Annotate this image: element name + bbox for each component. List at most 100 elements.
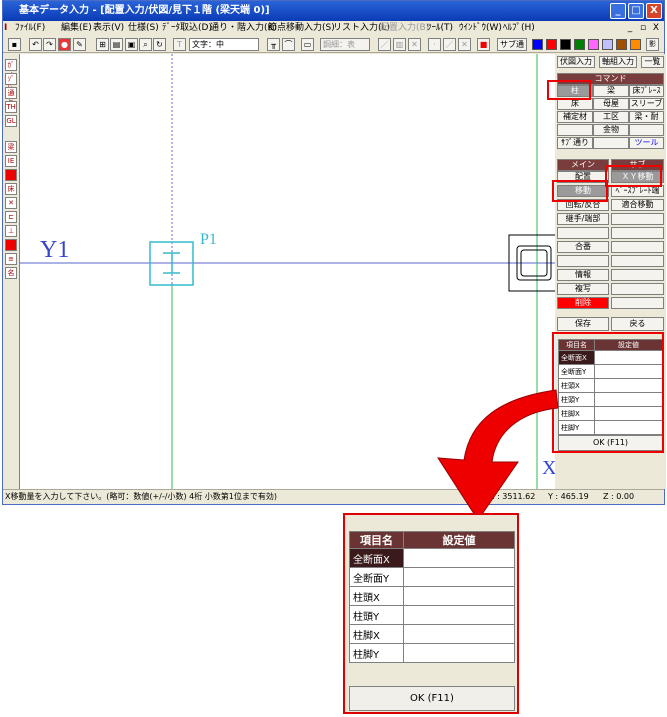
menu-node-move[interactable]: 節点移動入力(S) — [268, 21, 335, 36]
sub-xy-move-button[interactable]: ＸＹ移動 — [611, 171, 664, 183]
floor-icon[interactable]: 床 — [5, 183, 17, 195]
table-row[interactable]: 全断面Y — [558, 364, 663, 379]
table-row[interactable]: 柱脚Y — [349, 643, 515, 663]
color-swatch-pink[interactable] — [588, 39, 599, 50]
arc-icon[interactable]: ⌒ — [282, 38, 295, 51]
main-joint-button[interactable]: 継手/端部 — [557, 213, 609, 225]
grid-value-cell[interactable] — [594, 350, 663, 365]
cmd-hardware-button[interactable]: 金物 — [593, 124, 629, 136]
cross-icon[interactable]: ✕ — [408, 38, 421, 51]
cmd-floor-button[interactable]: 床 — [557, 98, 593, 110]
grid-value-cell[interactable] — [594, 392, 663, 407]
redo-icon[interactable]: ↷ — [43, 38, 56, 51]
grid-value-cell[interactable] — [594, 378, 663, 393]
main-rotate-button[interactable]: 回転/反合 — [557, 199, 609, 211]
menu-grid-floor[interactable]: 通り・階入力(K) — [210, 21, 277, 36]
cmd-purlin-button[interactable]: 母屋 — [593, 98, 629, 110]
sub-fit-move-button[interactable]: 適合移動 — [611, 199, 664, 211]
mark-icon[interactable]: ⊥ — [5, 225, 17, 237]
frame-icon[interactable]: ■ — [477, 38, 490, 51]
color-swatch-red[interactable] — [546, 39, 557, 50]
table-row[interactable]: 全断面X — [349, 548, 515, 568]
menu-placement[interactable]: 配置入力(B) — [380, 21, 429, 36]
cmd-sub-grid-button[interactable]: ｻﾌﾞ通り — [557, 137, 593, 149]
column-red-icon[interactable] — [5, 169, 17, 181]
text-size-select[interactable]: 文字：中 — [189, 38, 259, 51]
window-icon[interactable]: ▤ — [110, 38, 123, 51]
title-bar[interactable]: 基本データ入力 - [配置入力/伏図/見下１階 (梁天端 0)] _ □ X — [3, 1, 664, 21]
slash-icon[interactable]: ／ — [443, 38, 456, 51]
zone-icon[interactable]: ｿﾞｰﾝ — [5, 73, 17, 93]
zoomed-ok-button[interactable]: OK (F11) — [349, 686, 515, 711]
main-copy-button[interactable]: 複写 — [557, 283, 609, 295]
mdi-minimize-button[interactable]: _ — [624, 21, 636, 36]
grid-value-cell[interactable] — [594, 406, 663, 421]
undo-icon[interactable]: ↶ — [29, 38, 42, 51]
color-swatch-blue[interactable] — [532, 39, 543, 50]
shadow-icon[interactable]: 影 — [646, 38, 659, 51]
table-row[interactable]: 全断面X — [558, 350, 663, 365]
name-icon[interactable]: 名 — [5, 267, 17, 279]
menu-spec[interactable]: 仕様(S) — [128, 21, 159, 36]
color-swatch-orange[interactable] — [630, 39, 641, 50]
grid-line-icon[interactable]: 通り — [5, 87, 17, 107]
table-row[interactable]: 柱頭Y — [349, 605, 515, 625]
zoom-icon[interactable]: ⌕ — [139, 38, 152, 51]
guide-icon[interactable]: ｶﾞｲﾄﾞ — [5, 59, 17, 89]
main-move-button[interactable]: 移動 — [557, 185, 609, 197]
stop-icon[interactable]: ● — [58, 38, 71, 51]
table-row[interactable]: 柱頭Y — [558, 392, 663, 407]
zoomed-value-cell[interactable] — [403, 567, 515, 587]
save-button[interactable]: 保存 — [557, 317, 609, 331]
menu-help[interactable]: ﾍﾙﾌﾟ(H) — [503, 21, 535, 36]
maximize-button[interactable]: □ — [628, 3, 644, 19]
cmd-beam-button[interactable]: 梁 — [593, 85, 629, 97]
menu-import[interactable]: ﾃﾞｰﾀ取込(D) — [162, 21, 212, 36]
table-row[interactable]: 柱頭X — [558, 378, 663, 393]
gl-icon[interactable]: GL — [5, 115, 17, 127]
sub-base-plate-button[interactable]: ﾍﾞｰｽﾌﾟﾚｰﾄ端 — [611, 185, 664, 197]
dot-icon[interactable]: · — [428, 38, 441, 51]
zoom-fit-icon[interactable]: ▣ — [125, 38, 138, 51]
color-swatch-black[interactable] — [560, 39, 571, 50]
line-type-icon[interactable]: ≡ — [5, 253, 17, 265]
grid-value-cell[interactable] — [594, 420, 663, 435]
save-icon[interactable]: ▪ — [8, 38, 21, 51]
fill-icon[interactable] — [5, 239, 17, 251]
table-row[interactable]: 柱頭X — [349, 586, 515, 606]
tool-icon[interactable]: ✎ — [73, 38, 86, 51]
sub-grid-button[interactable]: サブ通 — [497, 38, 527, 51]
steel-select[interactable]: 鋼細：表 — [320, 38, 370, 51]
x-icon[interactable]: ✕ — [458, 38, 471, 51]
color-swatch-brown[interactable] — [616, 39, 627, 50]
zoomed-value-cell[interactable] — [403, 605, 515, 625]
th-icon[interactable]: TH — [5, 101, 17, 113]
table-row[interactable]: 全断面Y — [349, 567, 515, 587]
line-icon[interactable]: ／ — [378, 38, 391, 51]
frame-input-button[interactable]: 軸組入力 — [599, 56, 637, 68]
close-button[interactable]: X — [646, 3, 662, 19]
main-number-button[interactable]: 合番 — [557, 241, 609, 253]
brace-icon[interactable]: ✕ — [5, 197, 17, 209]
cmd-floor-brace-button[interactable]: 床ﾌﾞﾚｰｽ — [629, 85, 664, 97]
cmd-tools-button[interactable]: ツール — [629, 137, 664, 149]
main-info-button[interactable]: 情報 — [557, 269, 609, 281]
ie-icon[interactable]: IE — [5, 155, 17, 167]
table-row[interactable]: 柱脚X — [349, 624, 515, 644]
color-swatch-green[interactable] — [574, 39, 585, 50]
menu-view[interactable]: 表示(V) — [93, 21, 124, 36]
color-swatch-lavender[interactable] — [602, 39, 613, 50]
joint-icon[interactable]: ⊏ — [5, 211, 17, 223]
zoomed-value-cell[interactable] — [403, 548, 515, 568]
cmd-column-button[interactable]: 柱 — [557, 85, 593, 97]
column-icon[interactable]: ╥ — [267, 38, 280, 51]
menu-window[interactable]: ｳｲﾝﾄﾞｳ(W) — [459, 21, 502, 36]
cmd-auxiliary-button[interactable]: 補定材 — [557, 111, 593, 123]
display-icon[interactable]: ▭ — [301, 38, 314, 51]
back-button[interactable]: 戻る — [611, 317, 664, 331]
zoomed-value-cell[interactable] — [403, 643, 515, 663]
cmd-zone-button[interactable]: 工区 — [593, 111, 629, 123]
beam-icon[interactable]: 梁 — [5, 141, 17, 153]
list-button[interactable]: 一覧 — [641, 56, 664, 68]
main-delete-button[interactable]: 削除 — [557, 297, 609, 309]
